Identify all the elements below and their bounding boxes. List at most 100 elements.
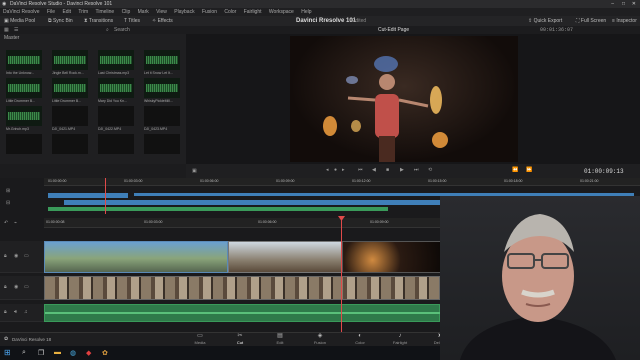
- audio-clip-thumbnail[interactable]: [98, 78, 134, 98]
- menu-item[interactable]: Edit: [62, 9, 71, 15]
- grid-view-icon[interactable]: ▦: [4, 26, 9, 34]
- page-color[interactable]: ◐ Color: [340, 333, 380, 347]
- video-clip-thumbnail[interactable]: [144, 106, 180, 126]
- transitions-button[interactable]: ⧗ Transitions: [84, 16, 113, 26]
- lock-icon[interactable]: 🔒︎: [4, 284, 7, 290]
- media-app-icon[interactable]: ◆: [86, 349, 91, 357]
- video-clip-fire[interactable]: [342, 241, 442, 273]
- menu-item[interactable]: Trim: [78, 9, 88, 15]
- media-pool-button[interactable]: ▣ Media Pool: [4, 16, 35, 26]
- audio-clip-thumbnail[interactable]: [6, 78, 42, 98]
- search-icon[interactable]: ⌕: [106, 26, 109, 34]
- stop-icon[interactable]: ■: [386, 167, 389, 173]
- video-clip-thumbnail[interactable]: [52, 134, 88, 154]
- page-edit[interactable]: ▤ Edit: [260, 333, 300, 347]
- go-to-start-icon[interactable]: ⏮: [358, 167, 363, 173]
- cut-page-icon: ✂: [237, 333, 243, 339]
- go-to-end-icon[interactable]: ⏭: [414, 167, 419, 173]
- audio-tool-icon[interactable]: ⊟: [6, 200, 10, 206]
- menu-item[interactable]: View: [156, 9, 167, 15]
- video-track-icon[interactable]: ▭: [24, 284, 29, 290]
- maximize-button[interactable]: □: [622, 0, 625, 8]
- overview-audio-green[interactable]: [48, 207, 388, 211]
- eye-icon[interactable]: ◉: [14, 284, 18, 290]
- video-clip-thumbnail[interactable]: [144, 134, 180, 154]
- resolve-taskbar-icon[interactable]: ✿: [102, 349, 108, 357]
- lower-playhead[interactable]: [341, 218, 342, 332]
- ruler-tick: 01:00:03:00: [144, 220, 163, 224]
- audio-clip-thumbnail[interactable]: [6, 106, 42, 126]
- video-clip-group[interactable]: [228, 241, 342, 273]
- upper-ruler[interactable]: 01:00:00:00 01:00:03:00 01:00:06:00 01:0…: [44, 178, 640, 186]
- menu-item[interactable]: Fairlight: [244, 9, 262, 15]
- menu-item[interactable]: Clip: [122, 9, 131, 15]
- audio-clip-thumbnail[interactable]: [144, 78, 180, 98]
- audio-clip-thumbnail[interactable]: [144, 50, 180, 70]
- snap-icon[interactable]: ↶: [4, 220, 8, 226]
- task-view-icon[interactable]: ❐: [38, 349, 44, 357]
- menu-item[interactable]: Mark: [138, 9, 149, 15]
- speaker-icon[interactable]: 🔊︎: [14, 309, 17, 315]
- jog-dot-icon[interactable]: ●: [334, 167, 337, 173]
- jog-left-icon[interactable]: ◂: [326, 167, 329, 173]
- menu-item[interactable]: Workspace: [269, 9, 294, 15]
- menu-item[interactable]: Timeline: [96, 9, 115, 15]
- menu-item[interactable]: Color: [224, 9, 236, 15]
- video-clip-strip[interactable]: [44, 276, 440, 300]
- audio-clip-thumbnail[interactable]: [52, 50, 88, 70]
- link-icon[interactable]: ⌁: [14, 220, 17, 226]
- ruler-tick: 01:00:06:00: [200, 179, 219, 183]
- page-media[interactable]: ▭ Media: [180, 333, 220, 347]
- audio-clip[interactable]: [44, 304, 441, 322]
- video-clip-thumbnail[interactable]: [52, 106, 88, 126]
- menu-item[interactable]: DaVinci Resolve: [3, 9, 40, 15]
- media-page-icon: ▭: [197, 333, 203, 339]
- clip-label: Let it Snow Let It...: [144, 71, 173, 75]
- lock-icon[interactable]: 🔒︎: [4, 309, 7, 315]
- effects-button[interactable]: ✧ Effects: [152, 16, 173, 26]
- play-icon[interactable]: ▶: [400, 167, 404, 173]
- overview-clip-blue-1[interactable]: [48, 193, 128, 198]
- browser-icon[interactable]: ◍: [70, 349, 76, 357]
- titles-button[interactable]: T Titles: [124, 16, 140, 26]
- quick-export-button[interactable]: ⇪ Quick Export: [528, 16, 562, 26]
- play-reverse-icon[interactable]: ◀: [372, 167, 376, 173]
- upper-playhead[interactable]: [105, 178, 106, 214]
- minimize-button[interactable]: –: [611, 0, 614, 8]
- lock-icon[interactable]: 🔒︎: [4, 253, 7, 259]
- search-label[interactable]: Search: [114, 26, 130, 34]
- video-clip-outdoor[interactable]: [44, 241, 228, 273]
- windows-start-icon[interactable]: ⊞: [4, 348, 11, 357]
- track-tool-icon[interactable]: ⊞: [6, 188, 10, 194]
- close-button[interactable]: ✕: [632, 0, 636, 8]
- search-taskbar-icon[interactable]: ⌕: [22, 349, 26, 357]
- list-view-icon[interactable]: ☰: [14, 26, 18, 34]
- audio-track-icon[interactable]: ♫: [24, 309, 28, 315]
- jog-right-icon[interactable]: ▸: [342, 167, 345, 173]
- full-screen-button[interactable]: ⛶ Full Screen: [576, 16, 606, 26]
- video-clip-thumbnail[interactable]: [98, 134, 134, 154]
- menu-item[interactable]: Fusion: [202, 9, 217, 15]
- video-clip-thumbnail[interactable]: [6, 134, 42, 154]
- menu-item[interactable]: Playback: [174, 9, 194, 15]
- page-fairlight[interactable]: ♪ Fairlight: [380, 333, 420, 347]
- inspector-button[interactable]: ≡ Inspector: [612, 16, 637, 26]
- page-fusion[interactable]: ◈ Fusion: [300, 333, 340, 347]
- eye-icon[interactable]: ◉: [14, 253, 18, 259]
- video-clip-thumbnail[interactable]: [98, 106, 134, 126]
- next-edit-icon[interactable]: ⏩: [526, 167, 532, 173]
- safe-area-icon[interactable]: ▣: [192, 168, 197, 174]
- audio-clip-thumbnail[interactable]: [52, 78, 88, 98]
- audio-clip-thumbnail[interactable]: [98, 50, 134, 70]
- audio-clip-thumbnail[interactable]: [6, 50, 42, 70]
- page-cut[interactable]: ✂ Cut: [220, 333, 260, 347]
- loop-icon[interactable]: ⟲: [428, 167, 432, 173]
- app-logo-icon: ◉: [2, 1, 7, 7]
- bin-label: Master: [4, 35, 20, 41]
- menu-item[interactable]: Help: [301, 9, 311, 15]
- menu-item[interactable]: File: [47, 9, 55, 15]
- video-track-icon[interactable]: ▭: [24, 253, 29, 259]
- file-explorer-icon[interactable]: ▬: [54, 349, 61, 356]
- sync-bin-button[interactable]: ⧉ Sync Bin: [48, 16, 73, 26]
- previous-edit-icon[interactable]: ⏪: [512, 167, 518, 173]
